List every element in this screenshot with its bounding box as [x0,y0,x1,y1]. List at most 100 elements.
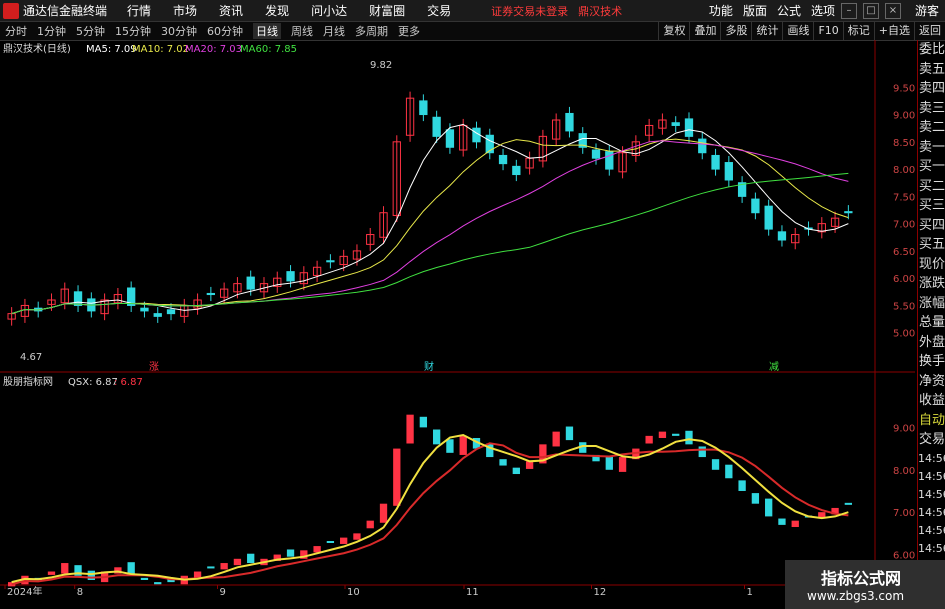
side-time-0: 14:56 [918,451,945,465]
restore-icon[interactable]: □ [862,2,879,19]
chart-canvas[interactable]: 鼎汉技术(日线) MA5: 7.09 MA10: 7.02 MA20: 7.03… [0,40,915,598]
close-icon[interactable]: × [884,2,901,19]
period-30min[interactable]: 30分钟 [161,23,197,39]
x-axis-ticks: 2024年 8 9 10 11 12 1 [4,585,753,598]
period-multi[interactable]: 多周期 [355,23,388,39]
qsx-line [11,442,849,586]
legend-ma10: MA10: 7.02 [132,44,189,55]
indicator-legend-name: 股朋指标网 [3,375,53,388]
indicator-bar [738,480,746,491]
candle-body [419,100,428,116]
user-label[interactable]: 游客 [915,2,939,19]
indicator-bar [140,577,149,580]
max-price-label: 9.82 [370,60,392,71]
indicator-bar [154,582,162,585]
side-item-5[interactable]: 卖一 [918,138,945,158]
ma-lines [11,123,849,315]
side-item-18[interactable]: 收益 [918,391,945,411]
side-time-2: 14:56 [918,487,945,501]
minimize-icon[interactable]: – [840,2,857,19]
side-item-2[interactable]: 卖四 [918,79,945,99]
period-15min[interactable]: 15分钟 [115,23,151,39]
side-item-11[interactable]: 现价 [918,255,945,275]
side-item-3[interactable]: 卖三 [918,99,945,119]
candle-body [326,260,335,263]
period-1min[interactable]: 1分钟 [37,23,66,39]
side-item-9[interactable]: 买四 [918,216,945,236]
period-monthly[interactable]: 月线 [323,23,345,39]
indicator-bar [313,546,321,553]
side-item-0[interactable]: 委比 [918,40,945,60]
qsx-yellow-line [11,433,849,584]
indicator-bar [725,464,733,479]
side-time-4: 14:56 [918,523,945,537]
menu-xuanxiang[interactable]: 选项 [811,2,835,19]
ma-line-ma60 [11,172,849,315]
btn-fuquan[interactable]: 复权 [658,22,689,40]
menu-banmian[interactable]: 版面 [743,2,767,19]
btn-f10[interactable]: F10 [813,22,842,40]
indicator-bar [672,433,680,436]
candle-body [698,138,707,154]
side-item-6[interactable]: 买一 [918,157,945,177]
login-notice[interactable]: 证券交易未登录 [491,3,568,19]
period-weekly[interactable]: 周线 [291,23,313,39]
menu-right: 功能 版面 公式 选项 – □ × 游客 [699,0,945,21]
menu-gongshi[interactable]: 公式 [777,2,801,19]
side-item-10[interactable]: 买五 [918,235,945,255]
period-60min[interactable]: 60分钟 [207,23,243,39]
candle-body [286,271,295,282]
side-item-15[interactable]: 外盘 [918,333,945,353]
main-y-tick: 8.00 [893,165,915,176]
btn-tongji[interactable]: 统计 [751,22,782,40]
menu-item-faxian[interactable]: 发现 [265,2,289,19]
main-y-tick: 9.00 [893,111,915,122]
side-item-16[interactable]: 换手 [918,352,945,372]
menu-item-hangqing[interactable]: 行情 [127,2,151,19]
btn-fanhui[interactable]: 返回 [914,22,945,40]
mark-zhang: 涨 [149,361,159,373]
watermark-url: www.zbgs3.com [807,589,905,603]
menu-item-zixun[interactable]: 资讯 [219,2,243,19]
period-daily[interactable]: 日线 [253,23,281,39]
menu-item-shichang[interactable]: 市场 [173,2,197,19]
side-item-17[interactable]: 净资 [918,372,945,392]
stock-name-notice: 鼎汉技术 [578,4,623,18]
indicator-y-ticks: 6.007.008.009.00 [893,423,915,561]
period-fenshi[interactable]: 分时 [5,23,27,39]
main-y-tick: 5.00 [893,329,915,340]
btn-diejia[interactable]: 叠加 [689,22,720,40]
side-item-14[interactable]: 总量 [918,313,945,333]
side-item-7[interactable]: 买二 [918,177,945,197]
btn-biaoji[interactable]: 标记 [842,22,874,40]
indicator-bar [645,435,653,444]
btn-duogu[interactable]: 多股 [720,22,751,40]
indicator-bar [233,558,242,566]
menu-item-wenxiaoda[interactable]: 问小达 [311,2,347,19]
menu-item-jiaoyi[interactable]: 交易 [427,2,451,19]
btn-zixuan[interactable]: +自选 [873,22,914,40]
candle-body [140,307,149,312]
btn-huaxian[interactable]: 画线 [782,22,813,40]
menu-gongneng[interactable]: 功能 [709,2,733,19]
candle-body [777,231,787,241]
ma-line-ma5 [11,123,849,315]
indicator-bar [512,467,520,475]
x-tick-label: 10 [347,587,360,595]
side-trade[interactable]: 交易 [918,430,945,450]
candle-body [206,292,216,296]
indicator-y-tick: 9.00 [893,423,915,434]
side-item-1[interactable]: 卖五 [918,60,945,80]
period-5min[interactable]: 5分钟 [76,23,105,39]
candle-body [246,276,255,290]
menu-item-caifuquan[interactable]: 财富圈 [369,2,405,19]
side-item-8[interactable]: 买三 [918,196,945,216]
candle-body [166,309,176,315]
side-item-4[interactable]: 卖二 [918,118,945,138]
period-more[interactable]: 更多 [398,23,420,39]
side-item-12[interactable]: 涨跌 [918,274,945,294]
side-item-13[interactable]: 涨幅 [918,294,945,314]
app-title: 通达信金融终端 [23,4,108,18]
side-auto[interactable]: 自动 [918,411,945,431]
chart-area[interactable]: 鼎汉技术(日线) MA5: 7.09 MA10: 7.02 MA20: 7.03… [0,40,915,598]
